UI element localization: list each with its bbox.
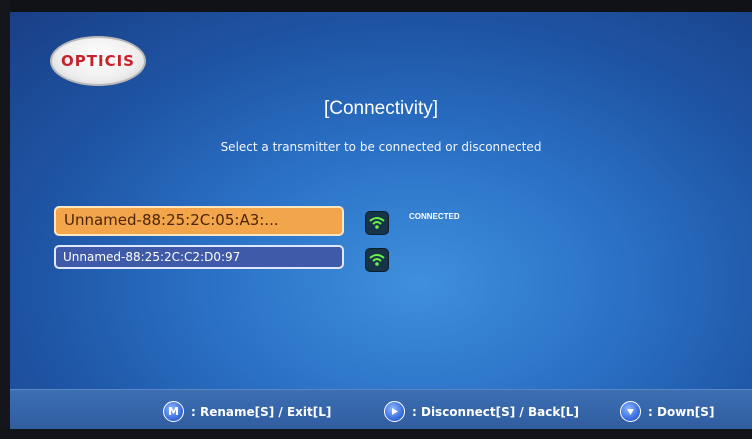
m-button-icon: M <box>163 401 184 422</box>
transmitter-name: Unnamed-88:25:2C:05:A3:... <box>64 211 279 229</box>
monitor-bezel-bottom <box>0 429 752 439</box>
logo-text: OPTICIS <box>61 52 135 70</box>
page-title: [Connectivity] <box>323 98 439 119</box>
hint-label: : Down[S] <box>648 404 715 419</box>
hint-rename-exit: M : Rename[S] / Exit[L] <box>163 401 331 422</box>
hint-disconnect-back: : Disconnect[S] / Back[L] <box>384 401 579 422</box>
hint-down: : Down[S] <box>620 401 714 422</box>
monitor-bezel-top <box>0 0 752 12</box>
hint-label: : Rename[S] / Exit[L] <box>191 404 332 419</box>
wifi-icon <box>365 211 389 235</box>
page-subtitle: Select a transmitter to be connected or … <box>220 140 542 154</box>
osd-screen: OPTICIS [Connectivity] Select a transmit… <box>10 12 752 429</box>
down-arrow-icon <box>620 401 641 422</box>
control-hint-bar: M : Rename[S] / Exit[L] : Disconnect[S] … <box>10 389 752 429</box>
transmitter-name: Unnamed-88:25:2C:C2:D0:97 <box>63 250 241 264</box>
wifi-icon <box>365 248 389 272</box>
monitor-bezel-left <box>0 0 10 439</box>
right-arrow-icon <box>384 401 405 422</box>
transmitter-item-selected[interactable]: Unnamed-88:25:2C:05:A3:... <box>54 206 344 236</box>
transmitter-item[interactable]: Unnamed-88:25:2C:C2:D0:97 <box>54 245 344 269</box>
connection-status: CONNECTED <box>409 212 460 221</box>
hint-label: : Disconnect[S] / Back[L] <box>412 404 579 419</box>
opticis-logo: OPTICIS <box>50 36 146 86</box>
